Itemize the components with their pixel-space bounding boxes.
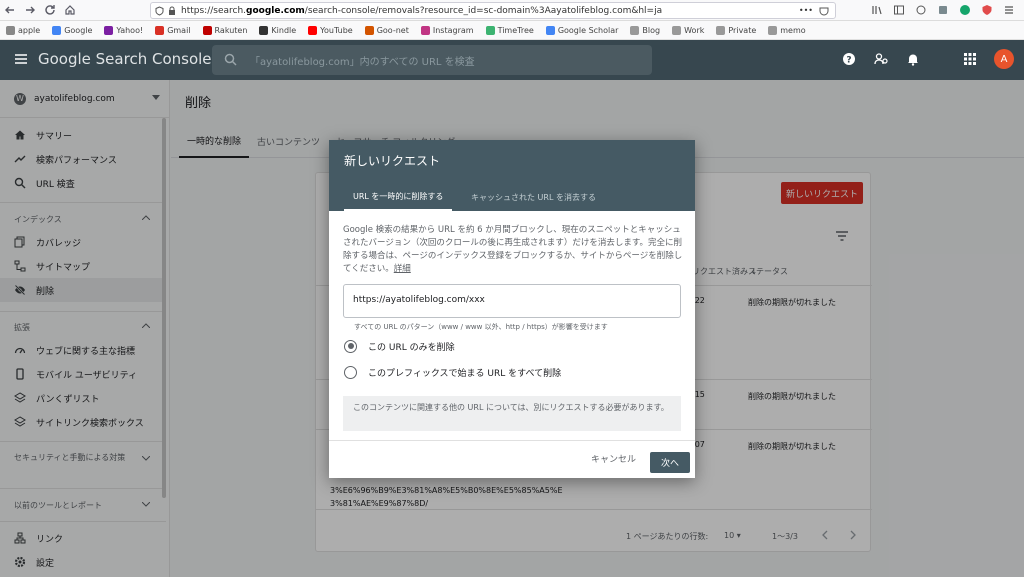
reload-icon[interactable]: [40, 0, 60, 20]
new-request-dialog: 新しいリクエスト URL を一時的に削除する キャッシュされた URL を消去す…: [329, 140, 695, 478]
svg-text:?: ?: [846, 56, 851, 66]
library-icon[interactable]: [870, 3, 884, 17]
bookmark-kindle[interactable]: Kindle: [259, 25, 296, 35]
favicon-icon: [52, 25, 62, 35]
search-icon: [224, 53, 237, 66]
next-button[interactable]: 次へ: [650, 452, 690, 473]
lock-icon: [168, 6, 176, 16]
favicon-icon: [155, 25, 165, 35]
forward-icon[interactable]: [20, 0, 40, 20]
bookmark-google[interactable]: Google: [52, 25, 92, 35]
help-icon[interactable]: ?: [842, 52, 856, 66]
favicon-icon: [364, 25, 374, 35]
favicon-icon: [420, 25, 430, 35]
apps-grid-icon[interactable]: [964, 53, 976, 65]
bookmark-work[interactable]: Work: [672, 25, 704, 35]
dialog-description: Google 検索の結果から URL を約 6 か月間ブロックし、現在のスニペッ…: [343, 225, 683, 274]
bookmark-memo[interactable]: memo: [768, 25, 806, 35]
favicon-icon: [545, 25, 555, 35]
url-text: https://search.google.com/search-console…: [181, 5, 663, 16]
radio-checked-icon[interactable]: [344, 339, 357, 353]
back-icon[interactable]: [0, 0, 20, 20]
url-hint: すべての URL のパターン（www / www 以外、http / https…: [354, 323, 608, 331]
dialog-header: 新しいリクエスト URL を一時的に削除する キャッシュされた URL を消去す…: [329, 140, 695, 211]
bookmark-instagram[interactable]: Instagram: [420, 25, 474, 35]
page-actions-icon[interactable]: •••: [799, 6, 813, 15]
favicon-icon: [485, 25, 495, 35]
favicon-icon: [308, 25, 318, 35]
grammar-icon[interactable]: [958, 3, 972, 17]
notifications-icon[interactable]: [906, 52, 920, 66]
bookmark-timetree[interactable]: TimeTree: [485, 25, 534, 35]
menu-icon[interactable]: [14, 52, 28, 66]
screenshot-icon[interactable]: [914, 3, 928, 17]
cancel-button[interactable]: キャンセル: [591, 452, 636, 465]
bookmark-rakuten[interactable]: Rakuten: [202, 25, 247, 35]
favicon-icon: [202, 25, 212, 35]
dialog-title: 新しいリクエスト: [344, 154, 441, 168]
bookmark-private[interactable]: Private: [716, 25, 756, 35]
bookmark-apple[interactable]: apple: [6, 25, 40, 35]
favicon-icon: [6, 25, 15, 35]
folder-icon: [672, 25, 682, 35]
hamburger-menu-icon[interactable]: [1002, 3, 1016, 17]
tab-clear-cached-url[interactable]: キャッシュされた URL を消去する: [462, 184, 605, 211]
folder-icon: [630, 25, 640, 35]
bookmark-blog[interactable]: Blog: [630, 25, 660, 35]
divider: [329, 440, 695, 441]
info-note: このコンテンツに関連する他の URL については、別にリクエストする必要がありま…: [343, 396, 681, 431]
tab-temporarily-remove-url[interactable]: URL を一時的に削除する: [344, 184, 453, 211]
home-icon[interactable]: [60, 0, 80, 20]
sidebar-toggle-icon[interactable]: [892, 3, 906, 17]
search-input[interactable]: 「ayatolifeblog.com」内のすべての URL を検査: [212, 45, 652, 75]
manage-users-icon[interactable]: [874, 52, 888, 66]
favicon-icon: [104, 25, 114, 35]
radio-remove-prefix[interactable]: このプレフィックスで始まる URL をすべて削除: [344, 365, 644, 379]
shield-icon: [155, 5, 164, 16]
bookmark-gmail[interactable]: Gmail: [155, 25, 191, 35]
bookmark-goo-net[interactable]: Goo-net: [364, 25, 409, 35]
details-link[interactable]: 詳細: [394, 264, 411, 274]
browser-toolbar: https://search.google.com/search-console…: [0, 0, 1024, 21]
radio-unchecked-icon[interactable]: [344, 365, 357, 379]
pocket-icon[interactable]: [819, 6, 829, 16]
favicon-icon: [259, 25, 269, 35]
bookmark-google-scholar[interactable]: Google Scholar: [545, 25, 618, 35]
bookmarks-bar: apple Google Yahoo! Gmail Rakuten Kindle YouTu…: [0, 21, 1024, 40]
search-placeholder: 「ayatolifeblog.com」内のすべての URL を検査: [250, 57, 475, 68]
bookmark-yahoo-[interactable]: Yahoo!: [104, 25, 143, 35]
radio-remove-this-url[interactable]: この URL のみを削除: [344, 339, 644, 353]
bookmark-youtube[interactable]: YouTube: [308, 25, 353, 35]
app-title[interactable]: Google Search Console: [38, 50, 212, 68]
folder-icon: [768, 25, 778, 35]
avatar[interactable]: A: [994, 49, 1014, 69]
adblock-icon[interactable]: [980, 3, 994, 17]
folder-icon: [716, 25, 726, 35]
url-input[interactable]: https://ayatolifeblog.com/xxx: [343, 284, 681, 318]
extension-icon[interactable]: [936, 3, 950, 17]
address-bar[interactable]: https://search.google.com/search-console…: [150, 2, 836, 19]
